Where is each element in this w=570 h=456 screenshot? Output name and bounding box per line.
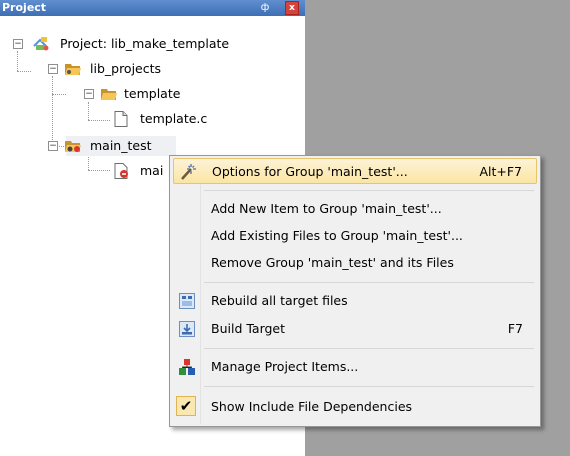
menu-label: Add Existing Files to Group 'main_test'.… [211,228,463,243]
menu-label: Options for Group 'main_test'... [212,164,408,179]
menu-shortcut: Alt+F7 [479,164,522,179]
options-wand-icon [179,163,197,181]
menu-item-add-new-item[interactable]: Add New Item to Group 'main_test'... [173,196,537,222]
menu-item-show-include-dependencies[interactable]: ✔ Show Include File Dependencies [173,394,537,420]
menu-item-add-existing-files[interactable]: Add Existing Files to Group 'main_test'.… [173,223,537,249]
pin-icon[interactable]: ф [258,1,272,15]
tree-item-lib-projects[interactable]: − lib_projects [0,58,300,80]
panel-header: Project ф x [0,0,305,16]
close-panel-button[interactable]: x [285,1,299,15]
tree-label-template: template [124,86,181,101]
menu-separator [204,282,534,283]
menu-separator [204,386,534,387]
tree-label-project: Project: lib_make_template [60,36,230,51]
project-icon [32,36,50,52]
tree-label-lib-projects: lib_projects [90,61,162,76]
menu-label: Build Target [211,321,286,336]
manage-items-icon [178,358,196,376]
source-file-error-icon [112,163,130,179]
menu-item-rebuild-all[interactable]: Rebuild all target files [173,288,537,314]
context-menu: Options for Group 'main_test'... Alt+F7 … [169,155,541,427]
menu-separator [204,190,534,191]
rebuild-icon [178,292,196,310]
tree-item-project[interactable]: − Project: lib_make_template [0,33,300,55]
source-file-icon [112,111,130,127]
folder-open-icon [64,61,82,77]
tree-label-main-test: main_test [90,138,152,153]
collapse-icon[interactable]: − [13,39,23,49]
panel-title: Project [2,1,47,14]
menu-item-remove-group[interactable]: Remove Group 'main_test' and its Files [173,250,537,276]
menu-label: Show Include File Dependencies [211,399,413,414]
tree-item-template[interactable]: − template [0,83,300,105]
collapse-icon[interactable]: − [84,89,94,99]
tree-item-main-test[interactable]: − main_test [0,135,300,157]
collapse-icon[interactable]: − [48,64,58,74]
menu-item-build-target[interactable]: Build Target F7 [173,316,537,342]
menu-label: Add New Item to Group 'main_test'... [211,201,442,216]
menu-item-manage-project-items[interactable]: Manage Project Items... [173,354,537,380]
menu-label: Remove Group 'main_test' and its Files [211,255,454,270]
build-icon [178,320,196,338]
menu-item-options-for-group[interactable]: Options for Group 'main_test'... Alt+F7 [173,158,537,184]
menu-label: Rebuild all target files [211,293,348,308]
folder-open-icon [100,86,118,102]
tree-item-template-c[interactable]: template.c [0,108,300,130]
menu-label: Manage Project Items... [211,359,359,374]
collapse-icon[interactable]: − [48,141,58,151]
menu-separator [204,348,534,349]
checkmark-icon: ✔ [176,396,196,416]
menu-shortcut: F7 [507,321,523,336]
tree-label-template-c: template.c [140,111,208,126]
folder-options-icon [64,138,82,154]
tree-label-main-file: mai [140,163,164,178]
